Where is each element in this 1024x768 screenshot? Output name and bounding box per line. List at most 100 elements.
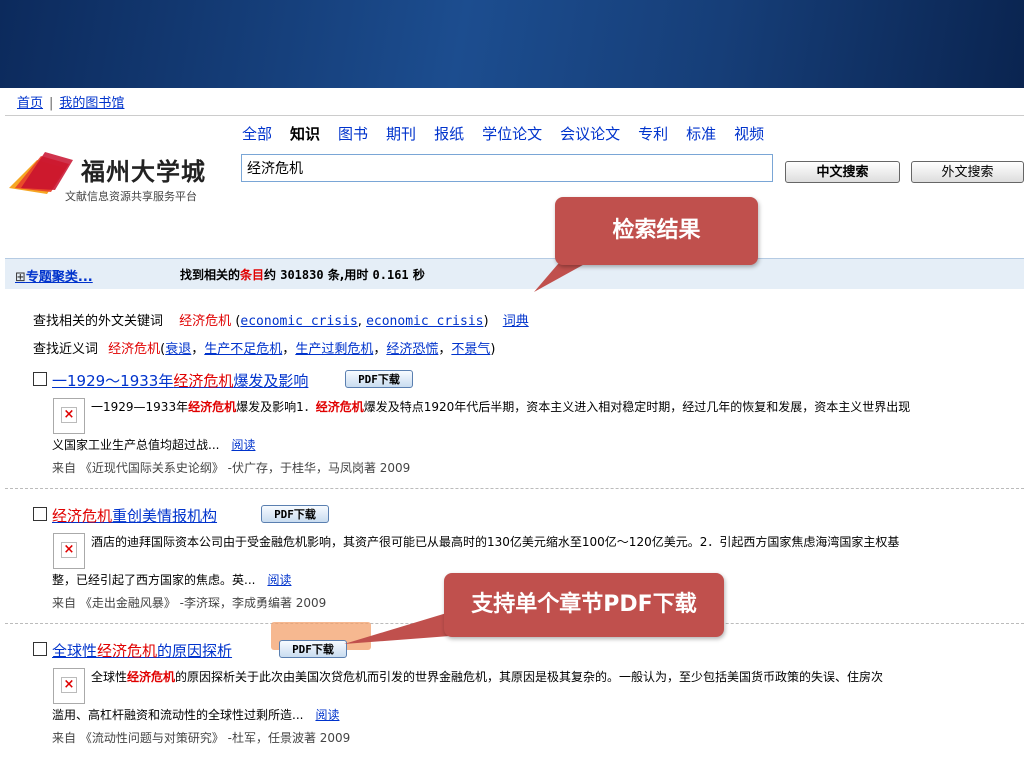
result-title-link[interactable]: 一1929～1933年经济危机爆发及影响 (52, 370, 308, 391)
dictionary-link[interactable]: 词典 (503, 314, 529, 329)
broken-image-icon: × (53, 398, 85, 434)
abstract-part: 爆发及影响1． (236, 400, 316, 414)
header-banner (0, 0, 1024, 88)
read-link[interactable]: 阅读 (315, 708, 339, 722)
tab-all[interactable]: 全部 (242, 125, 272, 143)
result-item: 一1929～1933年经济危机爆发及影响 PDF下载 × 一1929—1933年… (5, 370, 1024, 480)
foreign-search-button[interactable]: 外文搜索 (911, 161, 1024, 183)
top-nav: 首页 | 我的图书馆 (17, 92, 124, 111)
read-link[interactable]: 阅读 (231, 438, 255, 452)
foreign-term-link[interactable]: economic crisis (366, 314, 483, 329)
result-title-link[interactable]: 全球性经济危机的原因探析 (52, 640, 232, 661)
stats-prefix: 找到相关的 (180, 268, 241, 282)
result-summary-bar: ⊞专题聚类... 找到相关的条目约 301830 条,用时 0.161 秒 (5, 258, 1024, 289)
read-link[interactable]: 阅读 (267, 573, 291, 587)
title-part: 爆发及影响 (233, 372, 309, 390)
my-library-link[interactable]: 我的图书馆 (59, 96, 124, 111)
site-logo[interactable]: 福州大学城 文献信息资源共享服务平台 (7, 150, 227, 206)
abstract-part: 全球性 (91, 670, 128, 684)
synonym-link[interactable]: 生产不足危机 (204, 342, 282, 357)
result-abstract-cont: 滥用、高杠杆融资和流动性的全球性过剩所造... 阅读 (52, 706, 339, 723)
result-checkbox[interactable] (33, 372, 47, 386)
pdf-download-callout: 支持单个章节PDF下载 (444, 573, 724, 637)
result-source: 来自 《近现代国际关系史论纲》 -伏广存，于桂华，马凤岗著 2009 (52, 461, 411, 475)
abstract-part: 的原因探析关于此次由美国次贷危机而引发的世界金融危机，其原因是极其复杂的。一般认… (175, 670, 884, 684)
result-checkbox[interactable] (33, 507, 47, 521)
abstract-cont-text: 滥用、高杠杆融资和流动性的全球性过剩所造... (52, 708, 304, 722)
foreign-term-link[interactable]: economic crisis (240, 314, 357, 329)
paren-close: ) (483, 314, 489, 329)
result-title-link[interactable]: 经济危机重创美情报机构 (52, 505, 217, 526)
category-tabs: 全部 知识 图书 期刊 报纸 学位论文 会议论文 专利 标准 视频 (242, 123, 782, 144)
abstract-part: 爆发及特点1920年代后半期，资本主义进入相对稳定时期，经过几年的恢复和发展，资… (363, 400, 911, 414)
nav-separator: | (49, 96, 54, 111)
tab-videos[interactable]: 视频 (734, 125, 764, 143)
tab-standards[interactable]: 标准 (686, 125, 716, 143)
title-part: 的原因探析 (157, 642, 233, 660)
home-link[interactable]: 首页 (17, 96, 43, 111)
abstract-highlight: 经济危机 (315, 400, 364, 414)
library-search-page: 首页 | 我的图书馆 福州大学城 文献信息资源共享服务平台 全部 知识 图书 期刊 报纸 学位… (5, 88, 1024, 768)
pdf-download-button[interactable]: PDF下载 (261, 505, 329, 523)
synonym-link[interactable]: 生产过剩危机 (295, 342, 373, 357)
paren-close: ) (490, 342, 496, 357)
keyword-highlight: 经济危机 (108, 342, 161, 357)
abstract-cont-text: 整，已经引起了西方国家的焦虑。英... (52, 573, 256, 587)
tab-knowledge[interactable]: 知识 (290, 125, 320, 143)
tab-theses[interactable]: 学位论文 (482, 125, 542, 143)
search-time: 0.161 (372, 268, 409, 282)
title-part: 重创美情报机构 (112, 507, 218, 525)
title-part: 一1929～1933年 (52, 372, 174, 390)
result-divider (5, 488, 1024, 490)
search-results-callout: 检索结果 (555, 197, 758, 265)
title-part: 全球性 (52, 642, 98, 660)
expand-icon: ⊞ (15, 270, 26, 285)
chinese-search-button[interactable]: 中文搜索 (785, 161, 900, 183)
time-unit: 秒 (412, 268, 425, 282)
abstract-part: 酒店的迪拜国际资本公司由于受金融危机影响，其资产很可能已从最高时的130亿美元缩… (91, 535, 900, 549)
abstract-highlight: 经济危机 (127, 670, 176, 684)
result-checkbox[interactable] (33, 642, 47, 656)
stats-about: 约 (264, 268, 277, 282)
tab-newspapers[interactable]: 报纸 (434, 125, 464, 143)
synonyms-row: 查找近义词 经济危机(衰退，生产不足危机，生产过剩危机，经济恐慌，不景气) (33, 342, 496, 357)
broken-image-icon: × (53, 668, 85, 704)
broken-image-icon: × (53, 533, 85, 569)
tab-books[interactable]: 图书 (338, 125, 368, 143)
topic-cluster-link[interactable]: ⊞专题聚类... (15, 266, 93, 285)
title-highlight: 经济危机 (97, 642, 158, 660)
result-abstract: 全球性经济危机的原因探析关于此次由美国次贷危机而引发的世界金融危机，其原因是极其… (91, 668, 1024, 685)
synonym-link[interactable]: 不景气 (451, 342, 490, 357)
synonyms-label: 查找近义词 (33, 342, 99, 357)
result-abstract: 一1929—1933年经济危机爆发及影响1．经济危机爆发及特点1920年代后半期… (91, 398, 1024, 415)
abstract-highlight: 经济危机 (188, 400, 237, 414)
topic-cluster-label: 专题聚类... (25, 270, 93, 285)
foreign-keywords-row: 查找相关的外文关键词 经济危机 (economic crisis, econom… (33, 310, 529, 329)
tab-conference-papers[interactable]: 会议论文 (560, 125, 620, 143)
foreign-keywords-label: 查找相关的外文关键词 (33, 314, 164, 329)
pdf-download-button[interactable]: PDF下载 (345, 370, 413, 388)
result-source: 来自 《流动性问题与对策研究》 -杜军，任景波著 2009 (52, 731, 351, 745)
title-highlight: 经济危机 (52, 507, 113, 525)
stats-suffix: 条,用时 (327, 268, 369, 282)
result-stats: 找到相关的条目约 301830 条,用时 0.161 秒 (180, 266, 425, 283)
result-abstract: 酒店的迪拜国际资本公司由于受金融危机影响，其资产很可能已从最高时的130亿美元缩… (91, 533, 1024, 550)
tab-patents[interactable]: 专利 (638, 125, 668, 143)
logo-subtitle: 文献信息资源共享服务平台 (65, 190, 197, 203)
title-highlight: 经济危机 (173, 372, 234, 390)
pdf-download-button[interactable]: PDF下载 (279, 640, 347, 658)
tab-journals[interactable]: 期刊 (386, 125, 416, 143)
result-abstract-cont: 义国家工业生产总值均超过战... 阅读 (52, 436, 255, 453)
callout-tail (344, 612, 450, 644)
logo-title: 福州大学城 (81, 157, 206, 186)
stats-red: 条目 (240, 268, 265, 282)
synonym-link[interactable]: 经济恐慌 (386, 342, 438, 357)
search-input[interactable] (241, 154, 773, 182)
keyword-highlight: 经济危机 (179, 314, 232, 329)
nav-divider (5, 115, 1024, 116)
result-abstract-cont: 整，已经引起了西方国家的焦虑。英... 阅读 (52, 571, 291, 588)
synonym-link[interactable]: 衰退 (165, 342, 191, 357)
term-comma: , (357, 314, 362, 329)
result-source: 来自 《走出金融风暴》 -李济琛，李成勇编著 2009 (52, 596, 327, 610)
result-count: 301830 (280, 268, 324, 282)
